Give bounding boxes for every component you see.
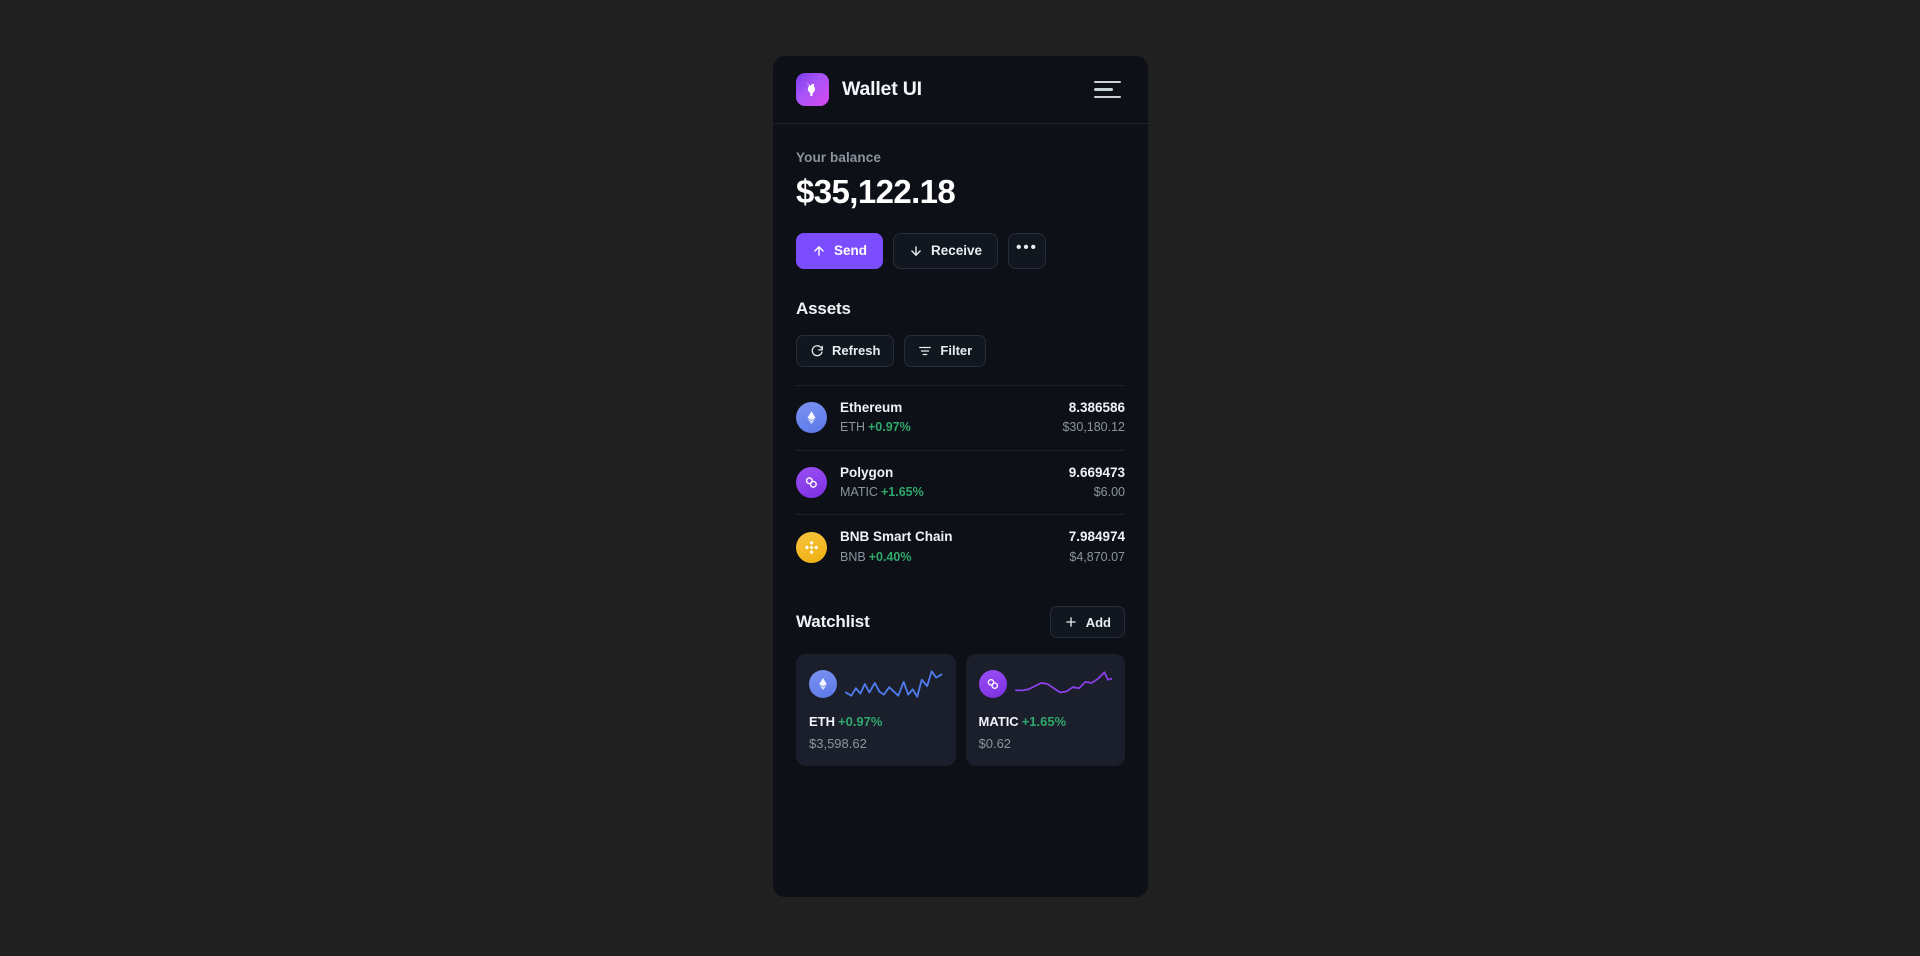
- watchlist-header: Watchlist Add: [796, 606, 1125, 639]
- filter-icon: [918, 344, 932, 358]
- asset-symbol: ETH: [840, 420, 865, 435]
- ellipsis-icon: •••: [1016, 239, 1038, 257]
- asset-subline: BNB +0.40%: [840, 549, 1056, 567]
- asset-quantity: 9.669473: [1068, 464, 1125, 480]
- watchlist-title: Watchlist: [796, 612, 870, 632]
- arrow-down-icon: [909, 244, 923, 258]
- balance-label: Your balance: [796, 150, 881, 165]
- asset-values: 9.669473 $6.00: [1069, 464, 1125, 502]
- screen: Wallet UI Your balance $35,122.18 Send R…: [0, 0, 1920, 956]
- asset-change: +1.65%: [880, 484, 924, 499]
- assets-title: Assets: [796, 298, 851, 318]
- receive-button-label: Receive: [931, 243, 983, 259]
- asset-fiat-value: $4,870.07: [1069, 549, 1125, 564]
- wallet-v-logo-icon: [796, 73, 829, 106]
- asset-name: Polygon: [840, 464, 894, 480]
- action-buttons: Send Receive •••: [796, 232, 1125, 269]
- wallet-app-panel: Wallet UI Your balance $35,122.18 Send R…: [773, 56, 1148, 897]
- asset-info: Polygon MATIC +1.65%: [840, 464, 1056, 502]
- watch-change: +0.97%: [838, 714, 883, 730]
- polygon-icon: [796, 467, 827, 499]
- menu-line-3: [1094, 95, 1121, 99]
- watch-symbol: ETH: [809, 714, 835, 730]
- ethereum-icon: [809, 670, 837, 699]
- ethereum-icon: [796, 402, 827, 434]
- add-watchlist-button[interactable]: Add: [1049, 606, 1125, 639]
- send-button-label: Send: [834, 243, 868, 259]
- polygon-icon: [978, 670, 1007, 699]
- asset-values: 8.386586 $30,180.12: [1062, 399, 1125, 437]
- asset-fiat-value: $30,180.12: [1062, 420, 1125, 435]
- sparkline-chart: [845, 667, 943, 701]
- refresh-button[interactable]: Refresh: [796, 334, 895, 367]
- send-button[interactable]: Send: [796, 232, 884, 269]
- asset-info: Ethereum ETH +0.97%: [840, 399, 1049, 437]
- refresh-icon: [810, 344, 824, 358]
- menu-line-2: [1094, 88, 1113, 91]
- asset-symbol: BNB: [840, 549, 866, 564]
- balance-amount: $35,122.18: [796, 173, 956, 210]
- menu-line-1: [1094, 80, 1121, 84]
- receive-button[interactable]: Receive: [893, 232, 999, 269]
- asset-name: Ethereum: [840, 399, 903, 415]
- asset-list: Ethereum ETH+0.97% 8.386586 $30,180.12: [796, 384, 1125, 579]
- table-row[interactable]: Polygon MATIC +1.65% 9.669473 $6.00: [796, 449, 1125, 515]
- sparkline-path-eth: [846, 671, 942, 697]
- asset-change: +0.40%: [868, 549, 912, 564]
- asset-symbol: MATIC: [840, 484, 878, 499]
- filter-button[interactable]: Filter: [904, 334, 987, 367]
- asset-name: BNB Smart Chain: [840, 529, 953, 545]
- balance-block: Your balance $35,122.18: [796, 150, 1125, 211]
- asset-info: BNB Smart Chain BNB +0.40%: [840, 528, 1056, 566]
- asset-values: 7.984974 $4,870.07: [1069, 528, 1125, 566]
- asset-quantity: 8.386586: [1068, 399, 1125, 415]
- app-body: Your balance $35,122.18 Send Receive •••…: [773, 124, 1148, 897]
- watch-card-top: [809, 667, 943, 701]
- watch-change: +1.65%: [1021, 714, 1067, 730]
- app-header: Wallet UI: [773, 56, 1148, 124]
- table-row[interactable]: Ethereum ETH +0.97% 8.386586 $30,180.12: [796, 384, 1125, 450]
- more-options-button[interactable]: •••: [1008, 232, 1047, 269]
- filter-button-label: Filter: [940, 343, 973, 359]
- assets-toolbar: Refresh Filter: [796, 334, 1125, 367]
- asset-subline: MATIC +1.65%: [840, 484, 1056, 502]
- watch-symbol-row: MATIC +1.65%: [979, 713, 1113, 731]
- asset-quantity: 7.984974: [1068, 529, 1125, 545]
- watch-price: $3,598.62: [809, 735, 867, 751]
- watchlist-grid: ETH +0.97% $3,598.62 MATIC +1.65% $0.62: [796, 654, 1125, 767]
- assets-section-header: Assets: [796, 299, 1125, 319]
- list-item[interactable]: MATIC +1.65% $0.62: [965, 654, 1125, 767]
- sparkline-path-matic: [1015, 672, 1111, 692]
- arrow-up-icon: [812, 244, 826, 258]
- watch-symbol: MATIC: [978, 714, 1019, 730]
- bnb-icon: [796, 531, 827, 563]
- app-title: Wallet UI: [842, 78, 922, 100]
- asset-subline: ETH +0.97%: [840, 419, 1049, 437]
- plus-icon: [1064, 615, 1078, 629]
- asset-change: +0.97%: [868, 420, 911, 435]
- sparkline-chart: [1015, 667, 1113, 701]
- table-row[interactable]: BNB Smart Chain BNB +0.40% 7.984974 $4,87…: [796, 514, 1125, 579]
- list-item[interactable]: ETH +0.97% $3,598.62: [796, 654, 956, 767]
- watch-symbol-row: ETH +0.97%: [809, 713, 943, 731]
- hamburger-menu-icon[interactable]: [1091, 75, 1125, 105]
- brand: Wallet UI: [796, 73, 922, 106]
- watch-card-top: [978, 667, 1113, 701]
- asset-fiat-value: $6.00: [1093, 484, 1125, 499]
- watch-price: $0.62: [978, 735, 1012, 751]
- add-button-label: Add: [1085, 614, 1111, 630]
- refresh-button-label: Refresh: [832, 343, 881, 359]
